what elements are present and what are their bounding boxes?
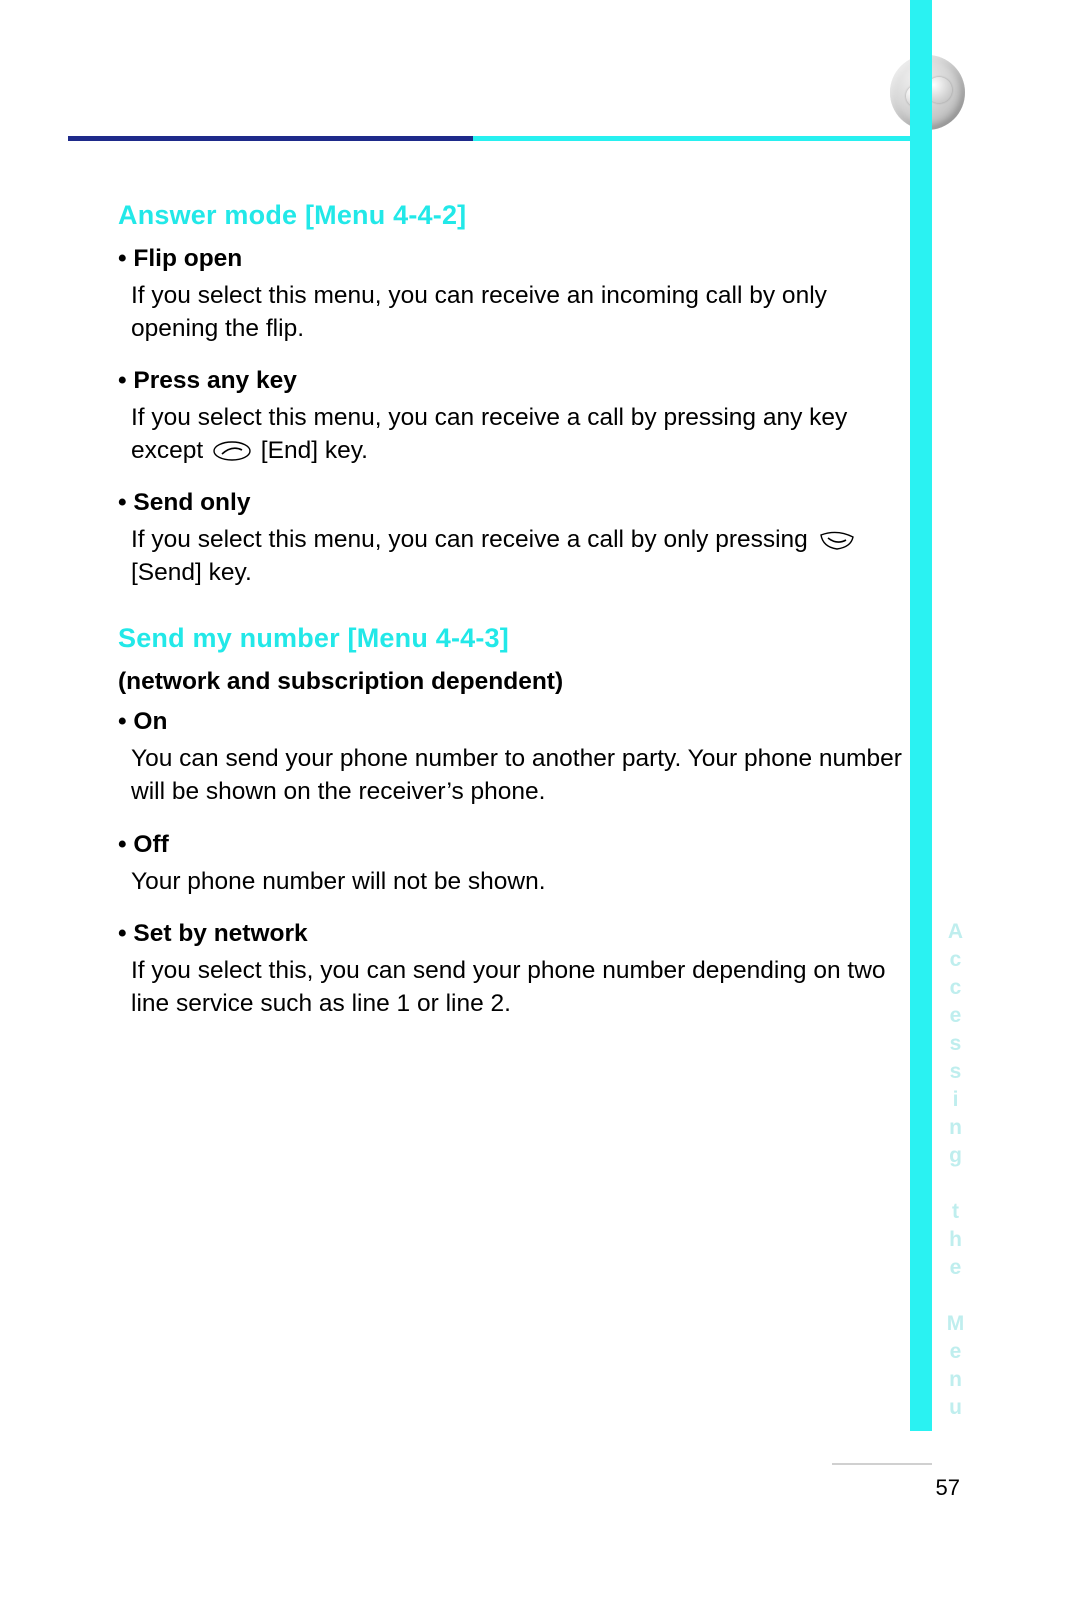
body-text: If you select this menu, you can receive…: [131, 282, 827, 342]
body-text: If you select this menu, you can receive…: [131, 526, 815, 553]
body-text: If you select this, you can send your ph…: [131, 957, 886, 1017]
body-text-post: [Send] key.: [131, 559, 252, 586]
bullet-title: • Flip open: [118, 245, 908, 273]
bullet-body: Your phone number will not be shown.: [118, 865, 908, 898]
bullet-body: If you select this menu, you can receive…: [118, 401, 908, 467]
body-text: Your phone number will not be shown.: [131, 868, 546, 895]
bullet-title: • Off: [118, 831, 908, 859]
side-chapter-label: Accessing the Menu: [943, 920, 967, 1320]
bullet-item: • Flip open If you select this menu, you…: [118, 245, 908, 345]
bullet-body: If you select this menu, you can receive…: [118, 279, 908, 345]
page-number-rule: [832, 1463, 932, 1465]
bullet-title: • Send only: [118, 489, 908, 517]
body-text-post: [End] key.: [254, 437, 368, 464]
send-key-icon: [817, 529, 857, 551]
section-heading: Send my number [Menu 4-4-3]: [118, 623, 908, 654]
bullet-title: • Set by network: [118, 920, 908, 948]
bullet-item: • Send only If you select this menu, you…: [118, 489, 908, 589]
side-tab-bar: [910, 0, 932, 1431]
section-subnote: (network and subscription dependent): [118, 668, 908, 696]
section-heading: Answer mode [Menu 4-4-2]: [118, 200, 908, 231]
side-chapter-text: Accessing the Menu: [943, 920, 967, 1424]
manual-page: Answer mode [Menu 4-4-2] • Flip open If …: [0, 0, 1080, 1621]
bullet-item: • Press any key If you select this menu,…: [118, 367, 908, 467]
page-content: Answer mode [Menu 4-4-2] • Flip open If …: [118, 200, 908, 1042]
end-key-icon: [212, 440, 252, 462]
bullet-body: If you select this, you can send your ph…: [118, 954, 908, 1020]
bullet-item: • Set by network If you select this, you…: [118, 920, 908, 1020]
header-rule: [68, 136, 930, 141]
bullet-title: • On: [118, 708, 908, 736]
bullet-body: If you select this menu, you can receive…: [118, 523, 908, 589]
bullet-item: • On You can send your phone number to a…: [118, 708, 908, 808]
body-text: You can send your phone number to anothe…: [131, 745, 902, 805]
bullet-item: • Off Your phone number will not be show…: [118, 831, 908, 898]
page-number: 57: [936, 1475, 960, 1501]
bullet-title: • Press any key: [118, 367, 908, 395]
bullet-body: You can send your phone number to anothe…: [118, 742, 908, 808]
